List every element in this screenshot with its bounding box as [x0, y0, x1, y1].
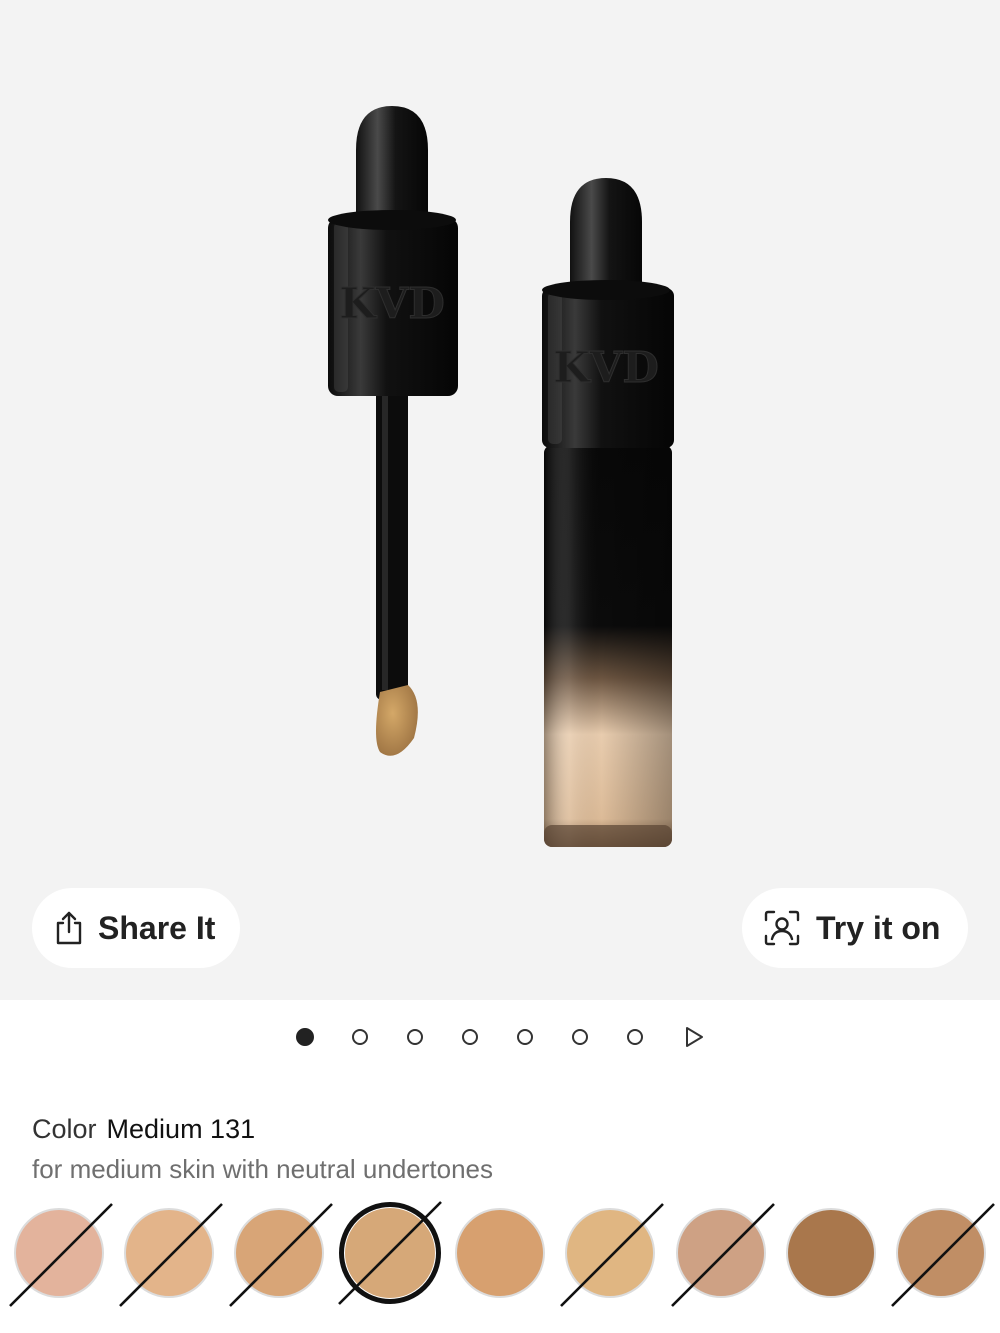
try-it-on-label: Try it on: [816, 909, 941, 946]
carousel-dot[interactable]: [627, 1029, 643, 1045]
unavailable-slash-icon: [671, 1203, 775, 1307]
shade-swatch[interactable]: [786, 1208, 876, 1298]
unavailable-slash-icon: [9, 1203, 113, 1307]
carousel-dot[interactable]: [517, 1029, 533, 1045]
share-icon: [54, 910, 84, 946]
try-it-on-button[interactable]: Try it on: [742, 888, 968, 968]
unavailable-slash-icon: [338, 1201, 442, 1305]
svg-text:KVD: KVD: [339, 279, 445, 328]
face-scan-icon: [764, 910, 800, 946]
product-image: KVD KVD: [328, 106, 674, 847]
unavailable-slash-icon: [119, 1203, 223, 1307]
carousel-dot[interactable]: [462, 1029, 478, 1045]
product-image-gallery[interactable]: KVD KVD Share It Try it on: [0, 0, 1000, 1000]
shade-swatches: [0, 1200, 1000, 1310]
share-button[interactable]: Share It: [32, 888, 240, 968]
shade-swatch[interactable]: [671, 1203, 775, 1307]
shade-swatch[interactable]: [891, 1203, 995, 1307]
unavailable-slash-icon: [229, 1203, 333, 1307]
share-label: Share It: [98, 909, 216, 946]
shade-swatch[interactable]: [338, 1201, 442, 1305]
carousel-dot[interactable]: [572, 1029, 588, 1045]
color-prefix: Color: [32, 1114, 97, 1144]
shade-swatch[interactable]: [560, 1203, 664, 1307]
carousel-dot[interactable]: [296, 1028, 314, 1046]
color-value: Medium 131: [106, 1114, 256, 1144]
shade-swatch[interactable]: [119, 1203, 223, 1307]
carousel-indicators: [0, 1026, 1000, 1052]
play-icon[interactable]: [683, 1026, 705, 1048]
svg-text:KVD: KVD: [553, 343, 659, 392]
shade-swatch[interactable]: [9, 1203, 113, 1307]
unavailable-slash-icon: [891, 1203, 995, 1307]
color-description: for medium skin with neutral undertones: [32, 1154, 494, 1184]
shade-swatch[interactable]: [455, 1208, 545, 1298]
carousel-dot[interactable]: [352, 1029, 368, 1045]
carousel-dot[interactable]: [407, 1029, 423, 1045]
shade-swatch[interactable]: [229, 1203, 333, 1307]
unavailable-slash-icon: [560, 1203, 664, 1307]
selected-color: Color Medium 131: [32, 1114, 255, 1145]
